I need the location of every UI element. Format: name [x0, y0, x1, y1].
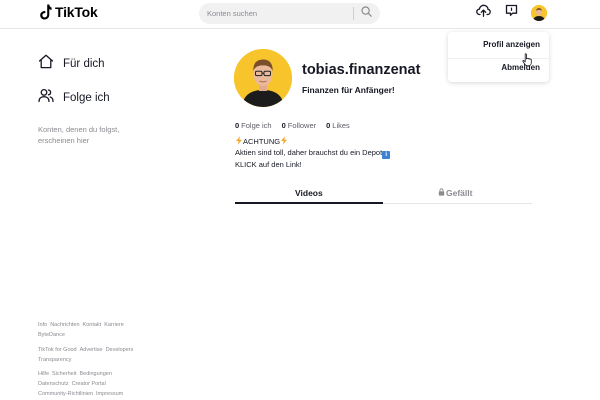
profile-display-name: Finanzen für Anfänger! [302, 85, 395, 95]
likes-label: Likes [332, 121, 350, 130]
footer-link[interactable]: TikTok for Good [38, 347, 77, 353]
footer-link[interactable]: Community-Richtlinien [38, 391, 93, 397]
profile-stats: 0 Folge ich 0 Follower 0 Likes [235, 121, 350, 130]
sidebar-item-for-you[interactable]: Für dich [38, 54, 105, 74]
footer-link[interactable]: Karriere [104, 322, 124, 328]
footer-link[interactable]: Bedingungen [79, 371, 111, 377]
followers-stat[interactable]: 0 Follower [282, 121, 317, 130]
profile-avatar [234, 49, 292, 107]
footer-links-group-3: Hilfe Sicherheit Bedingungen Datenschutz Cre… [38, 369, 158, 399]
profile-photo [234, 49, 292, 107]
footer-link[interactable]: Hilfe [38, 371, 49, 377]
footer-links-group-2: TikTok for Good Advertise Developers Transp… [38, 345, 158, 365]
inbox-button[interactable] [503, 4, 519, 22]
user-avatar-image [531, 5, 547, 21]
search-input[interactable] [207, 6, 347, 21]
following-label: Folge ich [241, 121, 272, 130]
footer-link[interactable]: Nachrichten [50, 322, 79, 328]
footer-link[interactable]: Advertise [80, 347, 103, 353]
home-icon [38, 54, 54, 74]
footer-links-group-1: Info Nachrichten Kontakt Karriere ByteDance [38, 320, 158, 340]
sidebar-item-following[interactable]: Folge ich [38, 88, 110, 108]
tiktok-note-icon [39, 4, 52, 20]
logo-text: TikTok [55, 4, 98, 20]
upload-button[interactable] [475, 4, 491, 22]
footer-link[interactable]: Creator Portal [72, 381, 106, 387]
lock-icon [438, 188, 445, 198]
lightning-icon [236, 136, 242, 145]
footer-link[interactable]: Info [38, 322, 47, 328]
likes-stat: 0 Likes [326, 121, 350, 130]
following-hint-text: Konten, denen du folgst, erscheinen hier [38, 125, 120, 145]
logout-item[interactable]: Abmelden [501, 63, 540, 72]
profile-avatar-button[interactable] [531, 5, 547, 21]
top-bar: TikTok [0, 0, 600, 29]
tiktok-logo[interactable]: TikTok [39, 4, 98, 20]
info-icon: i [382, 151, 391, 159]
following-stat[interactable]: 0 Folge ich [235, 121, 272, 130]
followers-count: 0 [281, 121, 286, 130]
profile-username: tobias.finanzenat [302, 62, 421, 78]
bio-text: Aktien sind toll, daher brauchst du ein … [235, 148, 383, 157]
footer-link[interactable]: ByteDance [38, 332, 65, 338]
tab-active-indicator [235, 202, 383, 204]
search-button[interactable] [359, 6, 373, 20]
profile-dropdown-menu: Profil anzeigen Abmelden [448, 32, 549, 82]
footer-link[interactable]: Impressum [96, 391, 123, 397]
profile-bio: ACHTUNG Aktien sind toll, daher brauchst… [235, 136, 391, 170]
cloud-upload-icon [475, 4, 491, 22]
search-divider [353, 7, 354, 20]
search-icon [360, 4, 372, 22]
message-icon [505, 4, 518, 22]
footer-link[interactable]: Developers [106, 347, 134, 353]
footer-link[interactable]: Kontakt [83, 322, 102, 328]
sidebar-item-label: Für dich [63, 58, 105, 70]
users-icon [38, 88, 54, 108]
view-profile-item[interactable]: Profil anzeigen [483, 40, 540, 49]
bio-line-3: KLICK auf den Link! [235, 160, 302, 169]
followers-label: Follower [287, 121, 317, 130]
likes-count: 0 [326, 121, 331, 130]
sidebar-item-label: Folge ich [63, 92, 110, 104]
footer-link[interactable]: Transparency [38, 357, 71, 363]
bio-warning-text: ACHTUNG [243, 137, 281, 146]
menu-divider [448, 58, 549, 59]
following-count: 0 [235, 121, 240, 130]
tab-videos[interactable]: Videos [295, 188, 323, 198]
tab-liked-label: Gefällt [446, 188, 473, 198]
bio-line-1: ACHTUNG [235, 136, 390, 147]
tab-liked[interactable]: Gefällt [438, 188, 472, 198]
bio-line-2: Aktien sind toll, daher brauchst du ein … [235, 147, 391, 159]
footer-link[interactable]: Sicherheit [52, 371, 76, 377]
footer-link[interactable]: Datenschutz [38, 381, 69, 387]
lightning-icon [281, 136, 288, 145]
hand-cursor-icon [522, 53, 532, 67]
